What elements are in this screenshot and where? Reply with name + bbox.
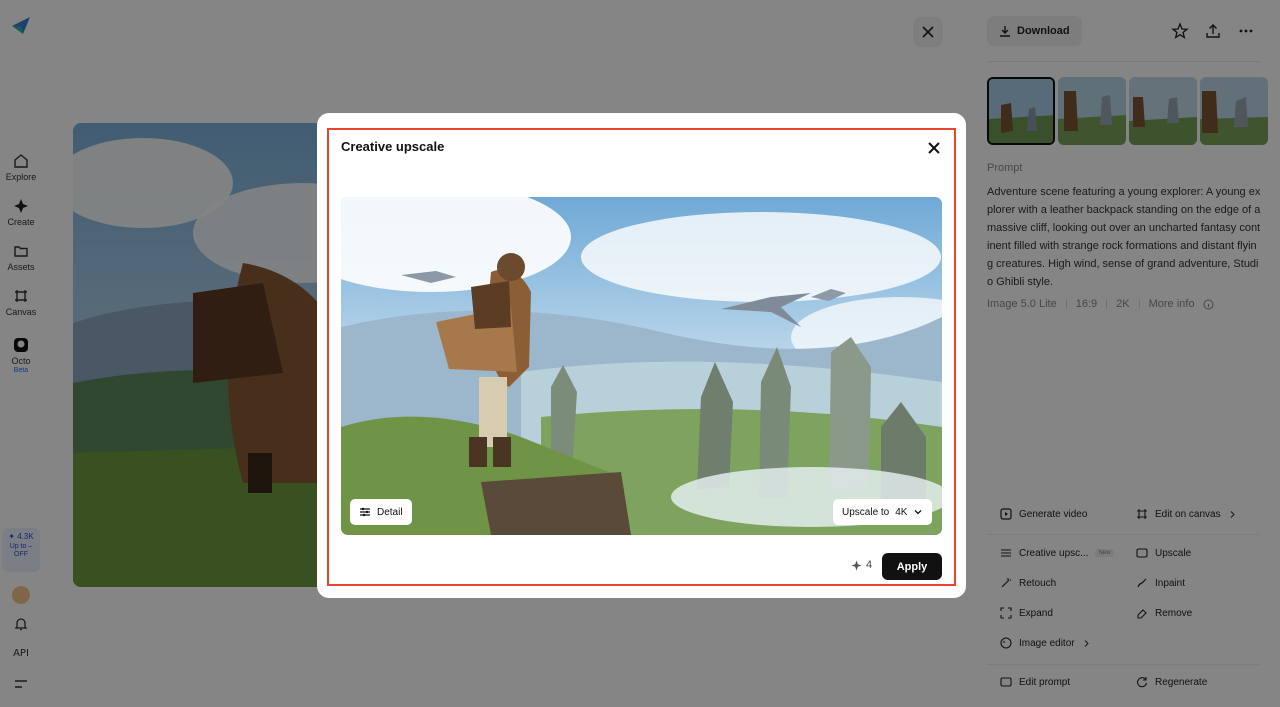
detail-label: Detail [377, 506, 403, 518]
upscale-to-dropdown[interactable]: Upscale to 4K [833, 499, 933, 525]
upscale-to-label: Upscale to [842, 506, 890, 518]
dialog-title: Creative upscale [341, 139, 445, 154]
sliders-icon [360, 507, 370, 517]
preview-image: Detail Upscale to 4K [341, 197, 942, 535]
sparkle-icon [851, 560, 862, 570]
upscale-value: 4K [895, 506, 908, 518]
close-icon[interactable] [925, 139, 943, 157]
chevron-down-icon [915, 510, 922, 515]
apply-button[interactable]: Apply [882, 553, 942, 580]
credit-cost: 4 [851, 559, 872, 571]
credit-cost-value: 4 [866, 559, 873, 571]
preview-image-art [341, 197, 942, 535]
detail-button[interactable]: Detail [350, 499, 412, 525]
creative-upscale-dialog: Creative upscale Detail Upscale to 4K 4 … [317, 113, 966, 598]
